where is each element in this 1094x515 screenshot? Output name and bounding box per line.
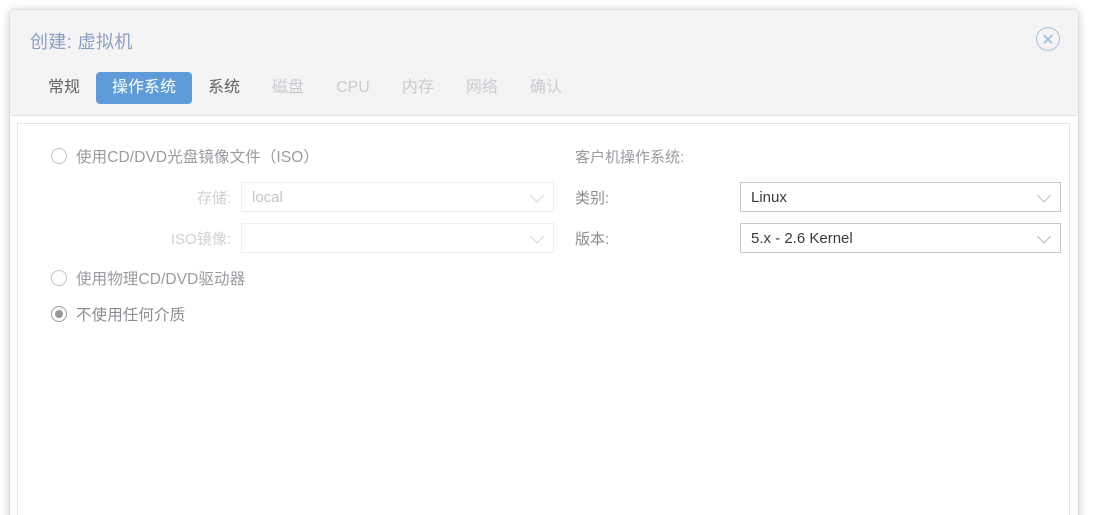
radio-label-iso-file: 使用CD/DVD光盘镜像文件（ISO） <box>76 149 320 166</box>
tab-general[interactable]: 常规 <box>32 72 96 104</box>
storage-select-value: local <box>252 188 283 206</box>
guest-os-caption: 客户机操作系统: <box>575 149 685 166</box>
dialog-header: 创建: 虚拟机 常规 操作系统 系统 磁盘 CPU 内存 网络 确认 <box>10 10 1078 116</box>
screen: 创建: 虚拟机 常规 操作系统 系统 磁盘 CPU 内存 网络 确认 使用CD/… <box>0 0 1094 515</box>
os-version-select[interactable]: 5.x - 2.6 Kernel <box>740 223 1061 253</box>
tab-disk: 磁盘 <box>272 79 305 96</box>
storage-select: local <box>241 182 554 212</box>
create-vm-dialog: 创建: 虚拟机 常规 操作系统 系统 磁盘 CPU 内存 网络 确认 使用CD/… <box>10 10 1078 515</box>
radio-label-no-media: 不使用任何介质 <box>76 307 186 324</box>
iso-image-label: ISO镜像: <box>170 230 231 248</box>
iso-image-select <box>241 223 554 253</box>
radio-option-no-media[interactable]: 不使用任何介质 <box>51 298 185 330</box>
os-version-label: 版本: <box>575 230 610 248</box>
iso-image-field-row: ISO镜像: <box>51 223 554 253</box>
os-category-field-row: 类别: Linux <box>575 182 1061 212</box>
storage-field-row: 存储: local <box>51 182 554 212</box>
wizard-tab-strip: 常规 操作系统 系统 磁盘 CPU 内存 网络 确认 <box>32 72 578 104</box>
os-category-select-value: Linux <box>751 188 787 206</box>
chevron-down-icon <box>1036 229 1052 244</box>
storage-label: 存储: <box>196 189 231 207</box>
tab-network: 网络 <box>465 79 498 96</box>
os-category-label: 类别: <box>575 189 610 207</box>
tab-memory: 内存 <box>401 79 434 96</box>
os-category-select[interactable]: Linux <box>740 182 1061 212</box>
radio-option-iso-file[interactable]: 使用CD/DVD光盘镜像文件（ISO） <box>51 140 319 172</box>
tab-cpu: CPU <box>336 79 370 96</box>
dialog-body: 使用CD/DVD光盘镜像文件（ISO） 存储: local ISO镜像: 使用物… <box>17 123 1070 515</box>
dialog-title: 创建: 虚拟机 <box>30 32 133 52</box>
radio-label-physical-drive: 使用物理CD/DVD驱动器 <box>76 271 246 288</box>
tab-confirm: 确认 <box>529 79 562 96</box>
radio-icon-no-media[interactable] <box>51 306 67 322</box>
radio-option-physical-drive[interactable]: 使用物理CD/DVD驱动器 <box>51 262 245 294</box>
chevron-down-icon <box>529 188 545 203</box>
radio-icon-iso-file[interactable] <box>51 148 67 164</box>
chevron-down-icon <box>1036 188 1052 203</box>
tab-os[interactable]: 操作系统 <box>96 72 193 104</box>
close-icon[interactable] <box>1036 27 1060 51</box>
radio-icon-physical-drive[interactable] <box>51 270 67 286</box>
os-version-select-value: 5.x - 2.6 Kernel <box>751 229 853 247</box>
os-version-field-row: 版本: 5.x - 2.6 Kernel <box>575 223 1061 253</box>
chevron-down-icon <box>529 229 545 244</box>
tab-system[interactable]: 系统 <box>192 72 256 104</box>
